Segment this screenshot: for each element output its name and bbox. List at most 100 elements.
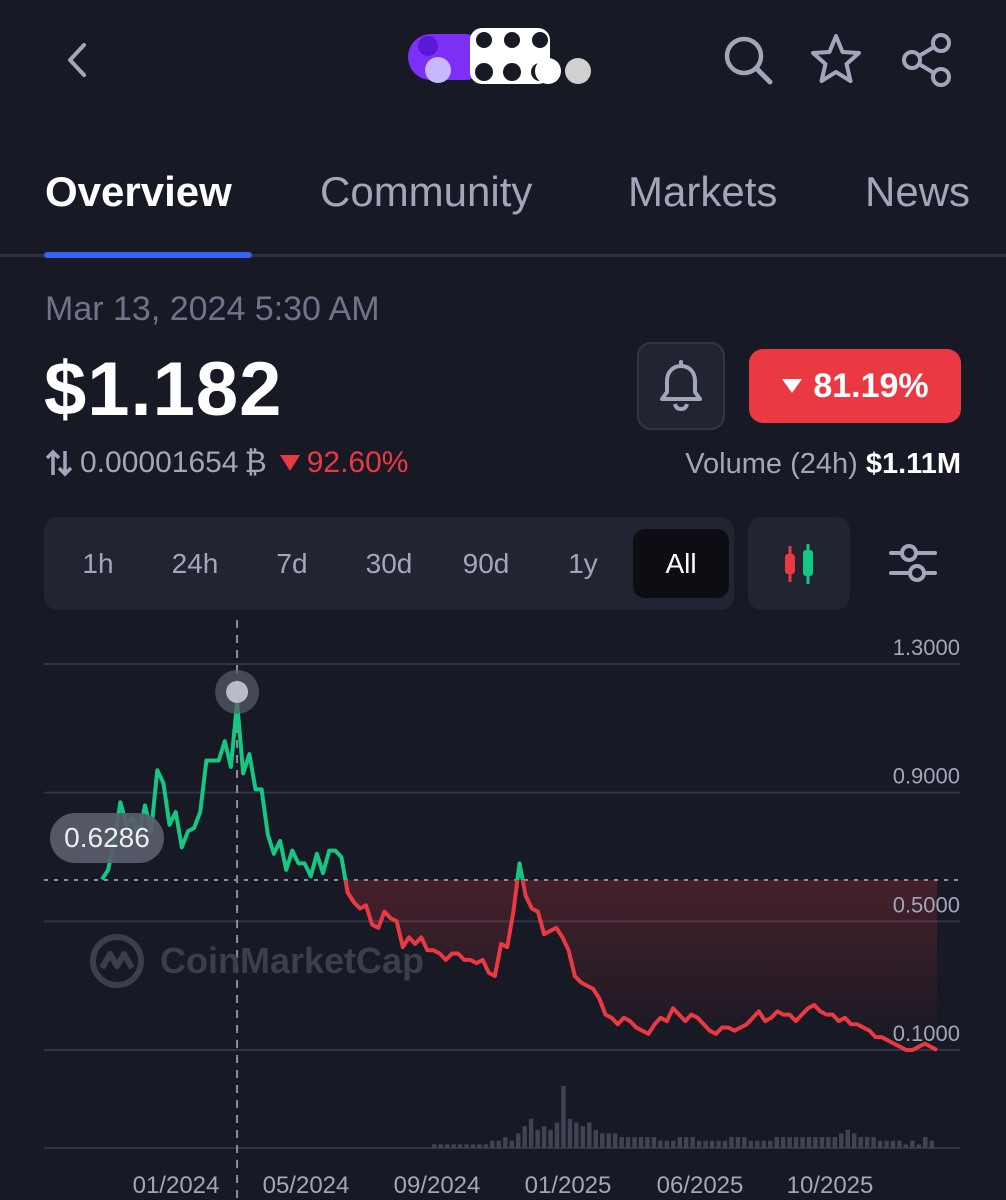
volume-bar [561, 1086, 566, 1148]
chevron-left-icon [68, 43, 86, 77]
volume-bar [612, 1133, 618, 1148]
volume-bar [703, 1140, 708, 1148]
volume-bar [806, 1137, 812, 1148]
volume-bar [600, 1133, 605, 1148]
volume-bar [671, 1140, 676, 1148]
range-1y[interactable]: 1y [535, 529, 631, 598]
volume-bar [916, 1144, 922, 1148]
volume-bar [432, 1144, 437, 1148]
coin-logo [408, 28, 591, 84]
back-button[interactable] [48, 30, 108, 90]
price-chart[interactable]: 1.3000 0.9000 0.5000 0.1000 01/2024 05/2024 0… [0, 615, 1006, 1200]
x-tick-label: 10/2025 [787, 1172, 874, 1199]
bell-icon [660, 360, 702, 412]
volume-bar [554, 1122, 560, 1148]
volume-label: Volume (24h) [685, 448, 858, 480]
price-value: $1.182 [44, 347, 283, 432]
volume-bar [780, 1137, 786, 1148]
tab-overview[interactable]: Overview [45, 168, 232, 216]
volume-bar [509, 1140, 514, 1148]
search-icon [724, 36, 773, 85]
volume-bar [528, 1118, 534, 1148]
volume-bar [755, 1140, 760, 1148]
range-24h[interactable]: 24h [147, 529, 243, 598]
volume-bar [903, 1144, 909, 1148]
volume-bar [864, 1137, 870, 1148]
btc-price-row: 0.00001654 ₿ 92.60% [44, 446, 408, 480]
range-1h[interactable]: 1h [54, 529, 142, 598]
volume-bar [826, 1137, 831, 1148]
volume-bar [871, 1137, 876, 1148]
range-90d[interactable]: 90d [438, 529, 534, 598]
y-tick-label: 0.5000 [893, 892, 960, 917]
volume-bar [813, 1137, 818, 1148]
volume-bar [929, 1140, 934, 1148]
candlestick-toggle-button[interactable] [748, 517, 850, 610]
volume-bar [619, 1137, 624, 1148]
coinmarketcap-watermark: CoinMarketCap [88, 932, 424, 990]
volume-bar [444, 1144, 450, 1148]
price-change-value: 81.19% [813, 366, 929, 405]
range-30d[interactable]: 30d [341, 529, 437, 598]
volume-bar [709, 1140, 715, 1148]
volume-24h: Volume (24h) $1.11M [685, 448, 961, 481]
y-tick-label: 0.1000 [893, 1021, 960, 1046]
tab-community[interactable]: Community [320, 168, 532, 216]
volume-bar [852, 1133, 857, 1148]
volume-bar [877, 1140, 883, 1148]
volume-bar [483, 1144, 489, 1148]
share-button[interactable] [897, 30, 957, 90]
volume-bar [832, 1137, 838, 1148]
volume-bar [910, 1140, 915, 1148]
price-change-badge: 81.19% [749, 349, 961, 423]
share-icon [902, 33, 951, 87]
volume-bar [451, 1144, 456, 1148]
tab-markets[interactable]: Markets [628, 168, 777, 216]
search-button[interactable] [718, 30, 778, 90]
volume-bar [897, 1140, 902, 1148]
volume-bar [593, 1129, 598, 1148]
x-tick-label: 06/2025 [657, 1172, 744, 1199]
coinmarketcap-logo-icon [90, 934, 144, 988]
volume-bar [858, 1137, 863, 1148]
btc-price-value: 0.00001654 [80, 446, 239, 479]
volume-bar [503, 1137, 508, 1148]
volume-bar [819, 1137, 825, 1148]
volume-bar [664, 1140, 670, 1148]
active-tab-indicator [44, 252, 252, 258]
volume-bar [735, 1137, 741, 1148]
volume-bar [574, 1122, 579, 1148]
chart-settings-button[interactable] [880, 530, 946, 596]
volume-bar [800, 1137, 805, 1148]
volume-bar [774, 1137, 779, 1148]
watermark-text: CoinMarketCap [160, 940, 425, 981]
volume-bar [490, 1140, 495, 1148]
candlestick-icon [785, 543, 813, 584]
range-7d[interactable]: 7d [244, 529, 340, 598]
volume-bar [748, 1140, 754, 1148]
x-tick-label: 01/2025 [525, 1172, 612, 1199]
volume-bar [839, 1133, 844, 1148]
volume-bar [658, 1140, 663, 1148]
watchlist-star-button[interactable] [806, 30, 866, 90]
tab-news[interactable]: News [865, 168, 970, 216]
volume-bar [923, 1137, 928, 1148]
range-all[interactable]: All [633, 529, 729, 598]
volume-bar [742, 1137, 747, 1148]
volume-value: $1.11M [865, 448, 961, 480]
volume-bar [438, 1144, 443, 1148]
volume-bar [477, 1144, 482, 1148]
volume-bar [696, 1140, 702, 1148]
volume-bar [793, 1137, 799, 1148]
volume-bar [716, 1140, 721, 1148]
y-tick-label: 0.9000 [893, 764, 960, 789]
volume-bar [787, 1137, 792, 1148]
volume-bar [638, 1137, 644, 1148]
btc-symbol: ₿ [244, 446, 267, 479]
volume-bar [890, 1140, 896, 1148]
highlight-point[interactable] [226, 680, 249, 703]
volume-bar [761, 1140, 766, 1148]
triangle-down-icon [279, 455, 300, 471]
price-alert-button[interactable] [637, 342, 725, 430]
volume-bar [677, 1137, 682, 1148]
